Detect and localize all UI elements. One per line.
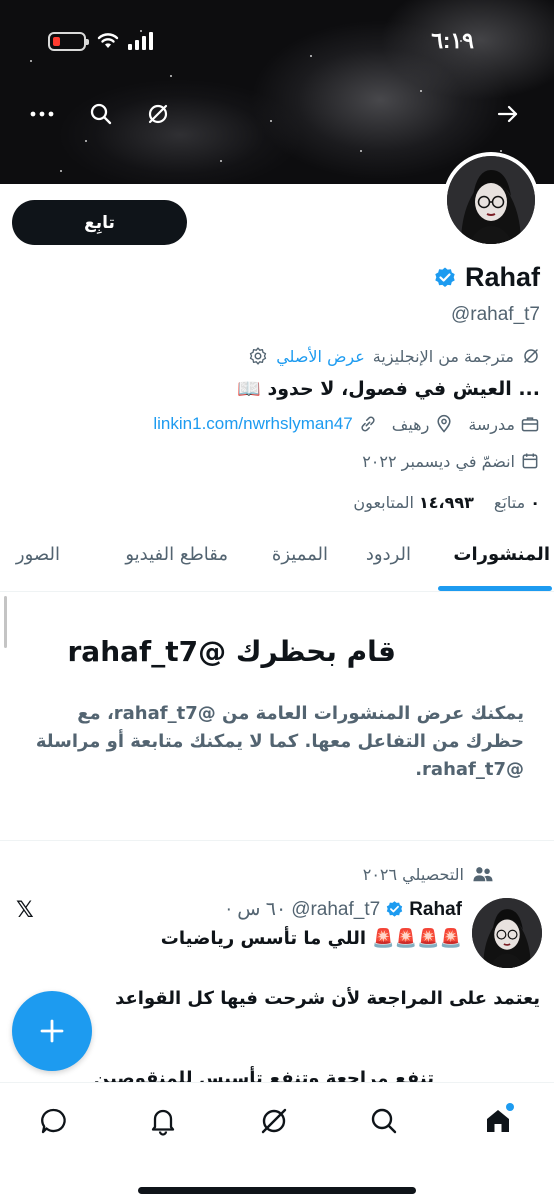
active-tab-indicator <box>438 586 552 591</box>
scroll-indicator <box>4 596 7 648</box>
battery-icon <box>48 32 89 51</box>
briefcase-icon <box>521 417 539 432</box>
plus-icon <box>40 1019 64 1043</box>
profile-stats: ٠ متابَع ١٤،٩٩٣ المتابعون <box>353 493 540 512</box>
post-text-line-1: 🚨🚨🚨🚨 اللي ما تأسس رياضيات <box>160 928 462 949</box>
user-handle: @rahaf_t7 <box>450 304 540 325</box>
website-item[interactable]: linkin1.com/nwrhslyman47 <box>153 414 377 434</box>
compose-button[interactable] <box>12 991 92 1071</box>
post-time: · ٦٠ س <box>225 899 287 920</box>
location-text: رهيف <box>391 414 430 434</box>
grok-button[interactable] <box>140 96 176 132</box>
translation-row: مترجمة من الإنجليزية عرض الأصلي <box>248 346 540 366</box>
back-button[interactable] <box>490 96 526 132</box>
post-text-line-2: يعتمد على المراجعة لأن شرحت فيها كل القو… <box>115 988 540 1009</box>
tab-posts[interactable]: المنشورات <box>453 544 550 565</box>
profile-bio: ... العيش في فصول، لا حدود 📖 <box>237 378 540 400</box>
x-logo-icon[interactable]: 𝕏 <box>16 898 34 923</box>
status-time: ٦:١٩ <box>431 28 474 53</box>
blocked-title: قام بحظرك @rahaf_t7 <box>67 635 396 668</box>
signal-icon <box>128 32 153 50</box>
nav-notifications[interactable] <box>141 1099 185 1143</box>
more-icon <box>30 111 54 117</box>
display-name: Rahaf <box>464 262 540 292</box>
nav-home[interactable] <box>476 1099 520 1143</box>
notifications-icon <box>151 1109 175 1136</box>
community-name: التحصيلي ٢٠٢٦ <box>362 864 464 884</box>
blocked-description: يمكنك عرض المنشورات العامة من @rahaf_t7،… <box>35 703 524 780</box>
search-button[interactable] <box>83 96 119 132</box>
nav-search[interactable] <box>362 1099 406 1143</box>
profession-text: مدرسة <box>468 414 515 434</box>
profile-tabs: المنشورات الردود المميزة مقاطع الفيديو ا… <box>0 530 554 592</box>
website-link[interactable]: linkin1.com/nwrhslyman47 <box>153 414 352 434</box>
notification-dot <box>506 1103 514 1111</box>
verified-badge-icon <box>435 267 455 287</box>
profession-item: مدرسة <box>468 414 540 434</box>
name-row: Rahaf <box>433 262 540 293</box>
post-header: · ٦٠ س @rahaf_t7 Rahaf <box>226 898 462 921</box>
nav-grok[interactable] <box>252 1099 296 1143</box>
followers-stat[interactable]: ١٤،٩٩٣ المتابعون <box>353 493 473 512</box>
joined-text: انضمّ في ديسمبر ٢٠٢٢ <box>362 451 515 471</box>
profile-avatar[interactable] <box>443 152 539 248</box>
tab-videos[interactable]: مقاطع الفيديو <box>125 544 228 565</box>
grok-icon <box>524 349 538 363</box>
calendar-icon <box>522 453 538 469</box>
grok-icon <box>261 1108 287 1134</box>
post-author-avatar[interactable] <box>472 898 542 968</box>
messages-icon <box>41 1108 66 1134</box>
location-pin-icon <box>437 414 451 433</box>
community-icon <box>473 867 493 882</box>
avatar-illustration <box>472 898 542 968</box>
status-bar: ٦:١٩ <box>0 0 554 86</box>
follow-button[interactable]: تابِع <box>12 200 187 245</box>
back-arrow-icon <box>497 105 518 123</box>
following-label: متابَع <box>493 493 526 512</box>
verified-badge-icon <box>387 901 403 917</box>
followers-count: ١٤،٩٩٣ <box>418 493 474 512</box>
tab-replies[interactable]: الردود <box>366 544 411 565</box>
search-icon <box>90 103 112 125</box>
followers-label: المتابعون <box>353 493 414 512</box>
grok-icon <box>148 104 168 124</box>
profile-meta: مدرسة رهيف linkin1.com/nwrhslyman47 <box>153 414 540 434</box>
following-count: ٠ <box>530 493 540 512</box>
post-community-row[interactable]: التحصيلي ٢٠٢٦ <box>363 864 494 884</box>
home-indicator <box>138 1187 416 1194</box>
nav-messages[interactable] <box>32 1099 76 1143</box>
search-icon <box>371 1108 397 1134</box>
section-divider <box>0 840 554 841</box>
link-icon <box>361 416 375 432</box>
bottom-navigation <box>0 1082 554 1200</box>
tab-highlights[interactable]: المميزة <box>272 544 328 565</box>
post-author-name[interactable]: Rahaf <box>409 899 462 921</box>
wifi-icon <box>97 33 119 48</box>
settings-icon[interactable] <box>248 346 268 366</box>
more-button[interactable] <box>24 96 60 132</box>
location-item: رهيف <box>392 414 455 434</box>
post-author-handle[interactable]: @rahaf_t7 <box>291 899 380 921</box>
show-original-link[interactable]: عرض الأصلي <box>276 347 365 366</box>
joined-row: انضمّ في ديسمبر ٢٠٢٢ <box>362 451 540 471</box>
following-stat[interactable]: ٠ متابَع <box>494 493 540 512</box>
tab-photos[interactable]: الصور <box>16 544 60 565</box>
translated-label: مترجمة من الإنجليزية <box>372 346 514 366</box>
avatar-illustration <box>447 156 535 244</box>
